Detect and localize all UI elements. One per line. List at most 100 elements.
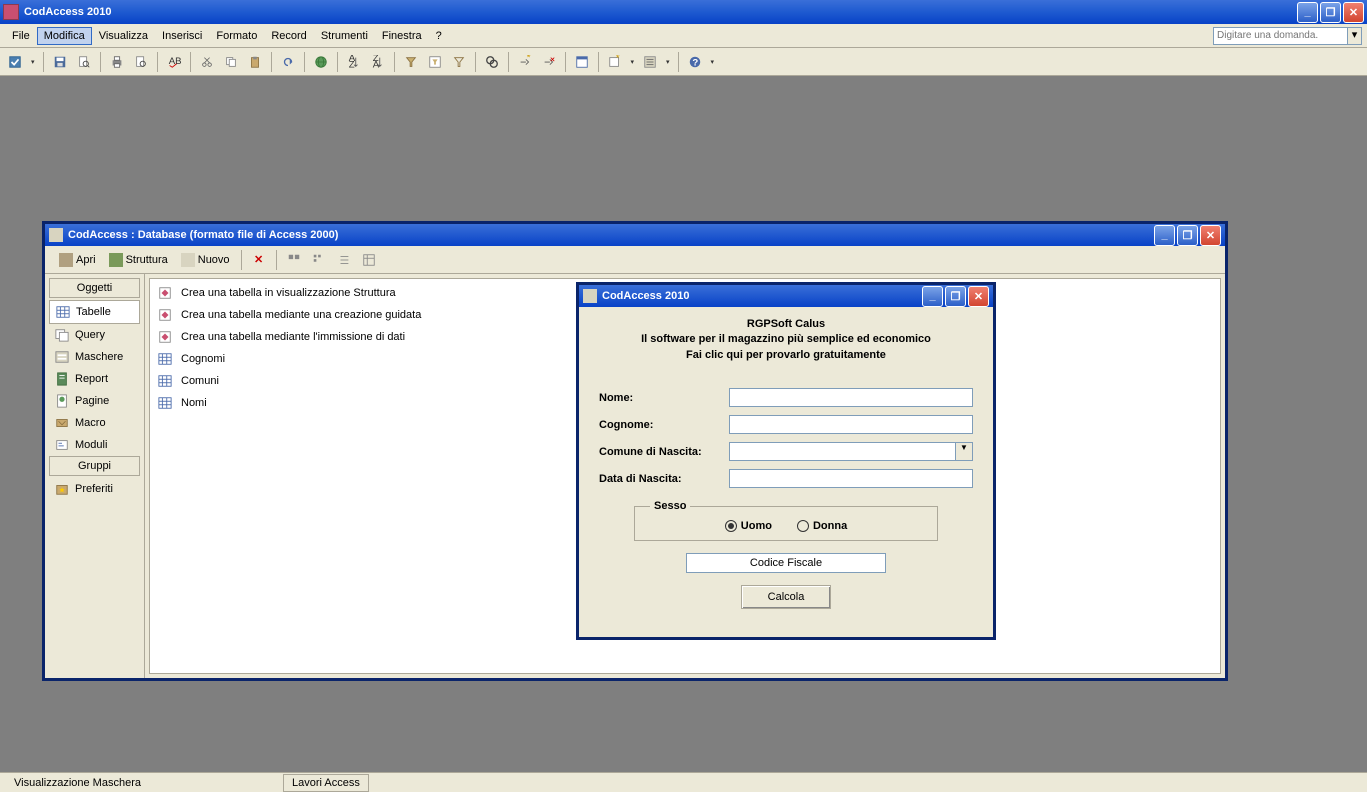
list-item-label: Cognomi xyxy=(181,353,225,365)
small-icons-icon[interactable] xyxy=(309,250,329,270)
sidebar-item-query[interactable]: Query xyxy=(49,324,140,346)
sidebar-item-macro[interactable]: Macro xyxy=(49,412,140,434)
form-titlebar[interactable]: CodAccess 2010 _ ❐ ✕ xyxy=(579,285,993,307)
paste-icon[interactable] xyxy=(245,52,265,72)
status-task[interactable]: Lavori Access xyxy=(283,774,369,792)
form-maximize-button[interactable]: ❐ xyxy=(945,286,966,307)
calcola-button[interactable]: Calcola xyxy=(741,585,831,609)
db-minimize-button[interactable]: _ xyxy=(1154,225,1175,246)
comune-dropdown-button[interactable]: ▼ xyxy=(956,442,973,461)
help-icon[interactable]: ? xyxy=(685,52,705,72)
sidebar-item-report[interactable]: Report xyxy=(49,368,140,390)
large-icons-icon[interactable] xyxy=(284,250,304,270)
menu-strumenti[interactable]: Strumenti xyxy=(314,27,375,45)
new-record-icon[interactable]: * xyxy=(515,52,535,72)
db-new-button[interactable]: Nuovo xyxy=(177,251,234,269)
list-icon[interactable] xyxy=(334,250,354,270)
list-item-label: Crea una tabella mediante una creazione … xyxy=(181,309,421,321)
table-icon xyxy=(157,373,173,389)
sidebar-item-label: Tabelle xyxy=(76,306,111,318)
new-object-icon[interactable]: * xyxy=(605,52,625,72)
help-dropdown[interactable]: ▾ xyxy=(709,58,717,66)
print-icon[interactable] xyxy=(107,52,127,72)
db-titlebar[interactable]: CodAccess : Database (formato file di Ac… xyxy=(45,224,1225,246)
sidebar-item-label: Report xyxy=(75,373,108,385)
sidebar-item-label: Query xyxy=(75,329,105,341)
sidebar-item-label: Preferiti xyxy=(75,483,113,495)
ad-banner[interactable]: RGPSoft Calus Il software per il magazzi… xyxy=(599,317,973,363)
undo-icon[interactable] xyxy=(278,52,298,72)
menu-modifica[interactable]: Modifica xyxy=(37,27,92,45)
menu-inserisci[interactable]: Inserisci xyxy=(155,27,209,45)
form-close-button[interactable]: ✕ xyxy=(968,286,989,307)
filter-toggle-icon[interactable] xyxy=(449,52,469,72)
menu-formato[interactable]: Formato xyxy=(209,27,264,45)
db-close-button[interactable]: ✕ xyxy=(1200,225,1221,246)
donna-radio[interactable] xyxy=(797,520,809,532)
module-icon xyxy=(55,438,69,452)
db-window-icon[interactable] xyxy=(572,52,592,72)
spellcheck-icon[interactable]: ABC xyxy=(164,52,184,72)
design-icon xyxy=(109,253,123,267)
objects-section-header: Oggetti xyxy=(49,278,140,298)
db-open-button[interactable]: Apri xyxy=(55,251,100,269)
comune-row: Comune di Nascita: ▼ xyxy=(599,442,973,461)
sidebar-item-tabelle[interactable]: Tabelle xyxy=(49,300,140,324)
search-file-icon[interactable] xyxy=(74,52,94,72)
form-title: CodAccess 2010 xyxy=(602,290,922,302)
filter-form-icon[interactable] xyxy=(425,52,445,72)
menu-record[interactable]: Record xyxy=(264,27,313,45)
view-dropdown[interactable]: ▾ xyxy=(29,58,37,66)
menu-visualizza[interactable]: Visualizza xyxy=(92,27,155,45)
cut-icon[interactable] xyxy=(197,52,217,72)
menu-finestra[interactable]: Finestra xyxy=(375,27,429,45)
autoform-icon[interactable] xyxy=(640,52,660,72)
cognome-input[interactable] xyxy=(729,415,973,434)
donna-radio-item[interactable]: Donna xyxy=(797,520,847,532)
sidebar-item-preferiti[interactable]: Preferiti xyxy=(49,478,140,500)
uomo-radio[interactable] xyxy=(725,520,737,532)
minimize-button[interactable]: _ xyxy=(1297,2,1318,23)
menu-help[interactable]: ? xyxy=(429,27,449,45)
sidebar-item-label: Maschere xyxy=(75,351,123,363)
help-search-dropdown[interactable]: ▾ xyxy=(1348,27,1362,45)
uomo-radio-item[interactable]: Uomo xyxy=(725,520,772,532)
nome-input[interactable] xyxy=(729,388,973,407)
autoform-dropdown[interactable]: ▾ xyxy=(664,58,672,66)
app-icon xyxy=(3,4,19,20)
db-window-title: CodAccess : Database (formato file di Ac… xyxy=(68,229,1154,241)
groups-section-header: Gruppi xyxy=(49,456,140,476)
sidebar-item-pagine[interactable]: Pagine xyxy=(49,390,140,412)
sort-desc-icon[interactable]: ZA xyxy=(368,52,388,72)
data-input[interactable] xyxy=(729,469,973,488)
sidebar-item-moduli[interactable]: Moduli xyxy=(49,434,140,456)
maximize-button[interactable]: ❐ xyxy=(1320,2,1341,23)
form-minimize-button[interactable]: _ xyxy=(922,286,943,307)
comune-input[interactable] xyxy=(729,442,956,461)
svg-text:*: * xyxy=(526,55,530,63)
db-design-button[interactable]: Struttura xyxy=(105,251,172,269)
sidebar-item-label: Moduli xyxy=(75,439,107,451)
page-icon xyxy=(55,394,69,408)
db-maximize-button[interactable]: ❐ xyxy=(1177,225,1198,246)
print-preview-icon[interactable] xyxy=(131,52,151,72)
view-icon[interactable] xyxy=(5,52,25,72)
hyperlink-icon[interactable] xyxy=(311,52,331,72)
details-icon[interactable] xyxy=(359,250,379,270)
sort-asc-icon[interactable]: AZ xyxy=(344,52,364,72)
find-icon[interactable] xyxy=(482,52,502,72)
menu-file[interactable]: File xyxy=(5,27,37,45)
main-toolbar: ▾ ABC AZ ZA * * ▾ ▾ ? ▾ xyxy=(0,48,1367,76)
close-button[interactable]: ✕ xyxy=(1343,2,1364,23)
save-icon[interactable] xyxy=(50,52,70,72)
delete-record-icon[interactable] xyxy=(539,52,559,72)
copy-icon[interactable] xyxy=(221,52,241,72)
app-title: CodAccess 2010 xyxy=(24,6,1297,18)
delete-icon[interactable]: ✕ xyxy=(249,250,269,270)
help-search-input[interactable] xyxy=(1213,27,1348,45)
codice-fiscale-output: Codice Fiscale xyxy=(686,553,886,573)
new-object-dropdown[interactable]: ▾ xyxy=(629,58,637,66)
main-titlebar: CodAccess 2010 _ ❐ ✕ xyxy=(0,0,1367,24)
filter-selection-icon[interactable] xyxy=(401,52,421,72)
sidebar-item-maschere[interactable]: Maschere xyxy=(49,346,140,368)
